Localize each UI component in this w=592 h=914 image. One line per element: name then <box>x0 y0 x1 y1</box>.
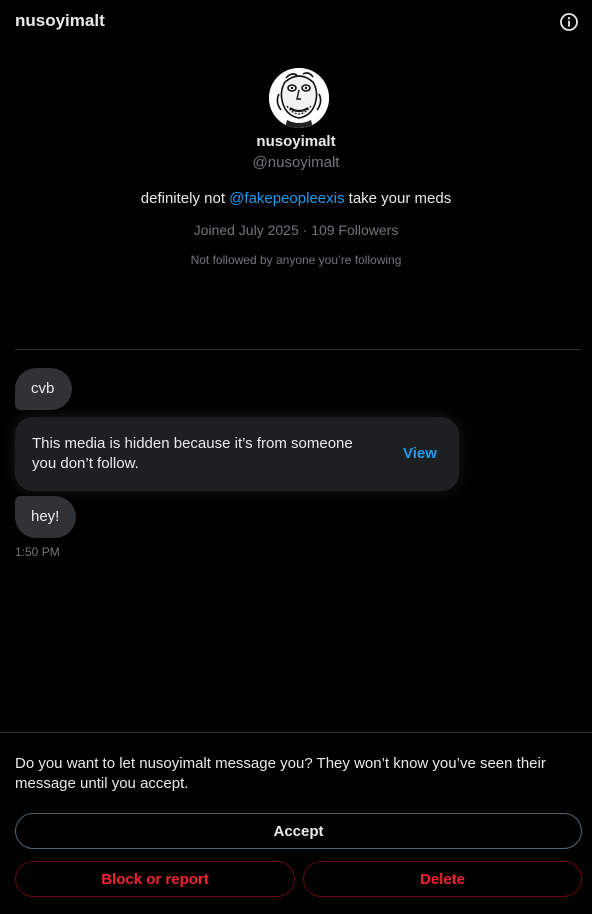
meta-separator: · <box>298 222 312 238</box>
info-button[interactable] <box>559 12 579 32</box>
avatar[interactable] <box>269 68 329 128</box>
block-or-report-button[interactable]: Block or report <box>15 861 295 897</box>
accept-button[interactable]: Accept <box>15 813 582 849</box>
divider <box>15 349 581 350</box>
profile-name[interactable]: nusoyimalt <box>0 133 592 150</box>
avatar-cartoon-icon <box>269 68 329 128</box>
message-timestamp: 1:50 PM <box>15 545 60 559</box>
delete-button[interactable]: Delete <box>303 861 582 897</box>
conversation-title: nusoyimalt <box>15 11 105 30</box>
dm-conversation: nusoyimalt nusoyimalt @nusoyimalt defini… <box>0 0 592 914</box>
message-request-prompt: Do you want to let nusoyimalt message yo… <box>15 755 546 792</box>
profile-handle: @nusoyimalt <box>252 154 340 171</box>
message-bubble[interactable]: cvb <box>15 368 72 410</box>
bio-text-prefix: definitely not <box>140 190 230 207</box>
joined-date: Joined July 2025 <box>193 222 299 238</box>
followers-count[interactable]: 109 Followers <box>311 222 398 238</box>
divider <box>0 732 592 733</box>
bio-mention-link[interactable]: @fakepeopleexis <box>229 190 344 207</box>
info-circle-icon <box>560 13 578 31</box>
message-bubble[interactable]: hey! <box>15 496 76 538</box>
profile-meta: Joined July 2025 · 109 Followers <box>0 222 592 238</box>
profile-bio: definitely not @fakepeopleexis take your… <box>0 190 592 207</box>
hidden-media-notice: This media is hidden because it’s from s… <box>32 435 353 472</box>
bio-text-suffix: take your meds <box>344 190 452 207</box>
hidden-media-card: This media is hidden because it’s from s… <box>15 417 459 491</box>
view-media-button[interactable]: View <box>403 445 437 462</box>
mutual-followers-note: Not followed by anyone you’re following <box>190 253 402 267</box>
conversation-header: nusoyimalt <box>0 0 592 44</box>
